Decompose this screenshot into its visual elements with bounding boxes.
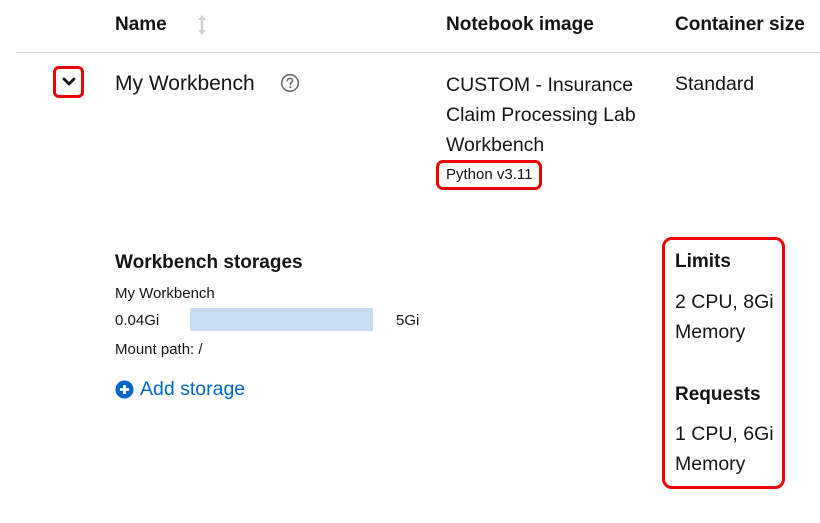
workbench-table: Name Notebook image Container size My Wo… xyxy=(0,0,820,523)
requests-value: 1 CPU, 6Gi Memory xyxy=(675,423,774,475)
storage-mount-path: Mount path: / xyxy=(115,341,203,358)
storage-used: 0.04Gi xyxy=(115,312,160,329)
sort-icon[interactable] xyxy=(194,13,210,37)
workbench-storages-title: Workbench storages xyxy=(115,252,303,273)
column-header-container-size: Container size xyxy=(675,14,805,35)
header-divider xyxy=(16,52,820,53)
image-version-label: Python v3.11 xyxy=(436,160,543,190)
container-size-value: Standard xyxy=(675,73,755,95)
limits-label: Limits xyxy=(675,251,731,272)
add-storage-button[interactable]: Add storage xyxy=(115,376,245,402)
storage-usage-bar xyxy=(190,308,373,331)
workbench-name: My Workbench xyxy=(115,72,255,95)
limits-value: 2 CPU, 8Gi Memory xyxy=(675,291,774,343)
storage-usage-bar-fill xyxy=(190,308,373,331)
storage-total: 5Gi xyxy=(396,312,420,329)
expand-toggle-button[interactable] xyxy=(53,66,84,98)
notebook-image-name: CUSTOM - Insurance Claim Processing Lab … xyxy=(446,74,636,156)
requests-label: Requests xyxy=(675,384,761,405)
help-circle-icon[interactable] xyxy=(280,73,300,93)
plus-circle-icon xyxy=(115,379,134,399)
chevron-down-icon xyxy=(62,77,75,86)
column-header-notebook-image: Notebook image xyxy=(446,14,594,35)
add-storage-label: Add storage xyxy=(140,378,246,400)
column-header-name[interactable]: Name xyxy=(115,12,167,38)
storage-name: My Workbench xyxy=(115,285,215,302)
